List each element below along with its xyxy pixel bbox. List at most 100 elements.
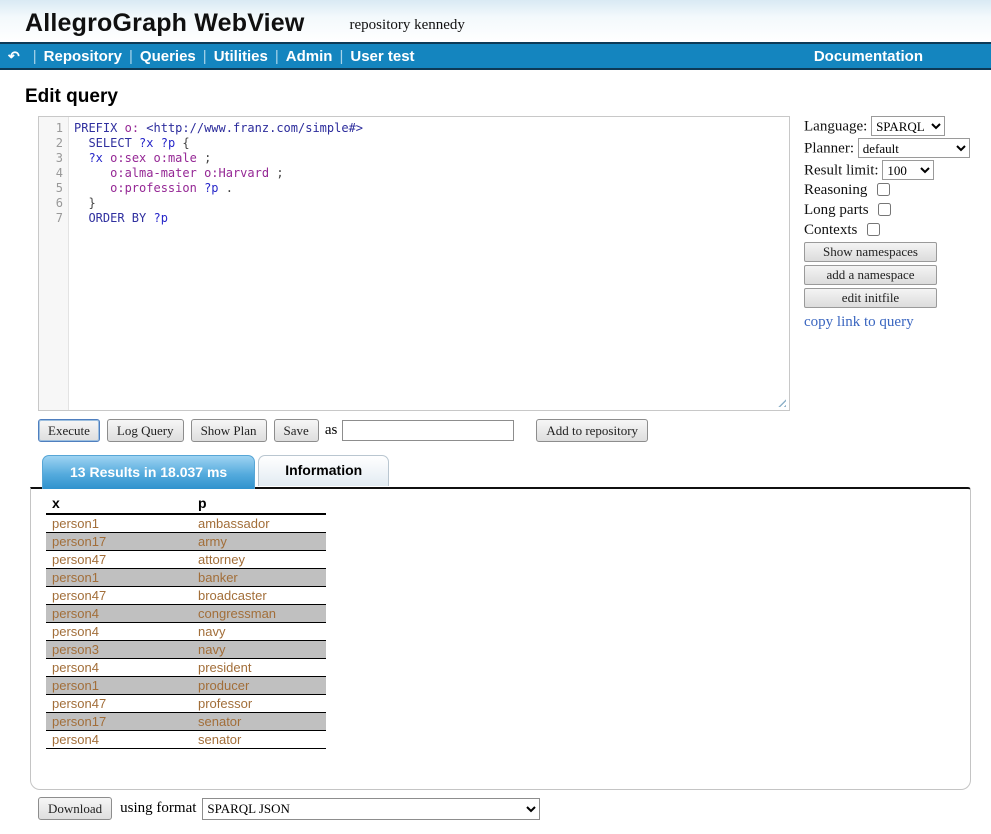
language-select[interactable]: SPARQL [871, 116, 945, 136]
cell-x[interactable]: person4 [46, 731, 192, 749]
tab-results[interactable]: 13 Results in 18.037 ms [42, 455, 255, 489]
cell-x[interactable]: person1 [46, 569, 192, 587]
cell-x[interactable]: person4 [46, 623, 192, 641]
planner-select[interactable]: default [858, 138, 970, 158]
show-namespaces-button[interactable]: Show namespaces [804, 242, 937, 262]
editor-code-area[interactable]: PREFIX o: <http://www.franz.com/simple#>… [69, 117, 789, 410]
cell-x[interactable]: person4 [46, 659, 192, 677]
repository-label: repository kennedy [350, 17, 465, 34]
edit-initfile-button[interactable]: edit initfile [804, 288, 937, 308]
table-row: person17army [46, 533, 326, 551]
cell-x[interactable]: person47 [46, 551, 192, 569]
download-button[interactable]: Download [38, 797, 112, 820]
nav-item-user-test[interactable]: User test [350, 48, 414, 65]
show-plan-button[interactable]: Show Plan [191, 419, 267, 442]
page-title: Edit query [25, 86, 991, 108]
copy-link-to-query[interactable]: copy link to query [804, 314, 979, 331]
reasoning-label: Reasoning [804, 182, 867, 198]
line-number: 3 [39, 151, 63, 166]
code-line-7: ORDER BY ?p [74, 211, 789, 226]
query-toolbar: Execute Log Query Show Plan Save as Add … [38, 419, 991, 442]
line-number: 4 [39, 166, 63, 181]
table-row: person47broadcaster [46, 587, 326, 605]
cell-p[interactable]: army [192, 533, 326, 551]
cell-p[interactable]: professor [192, 695, 326, 713]
cell-x[interactable]: person17 [46, 713, 192, 731]
cell-p[interactable]: ambassador [192, 514, 326, 533]
line-number: 7 [39, 211, 63, 226]
planner-label: Planner: [804, 141, 854, 157]
nav-item-repository[interactable]: Repository [44, 48, 122, 65]
line-number: 2 [39, 136, 63, 151]
save-button[interactable]: Save [274, 419, 319, 442]
cell-x[interactable]: person47 [46, 695, 192, 713]
language-row: Language: SPARQL [804, 116, 979, 136]
reasoning-checkbox[interactable] [877, 183, 890, 196]
code-line-3: ?x o:sex o:male ; [74, 151, 789, 166]
result-limit-row: Result limit: 100 [804, 160, 979, 180]
table-row: person4congressman [46, 605, 326, 623]
table-row: person1banker [46, 569, 326, 587]
table-header-row: x p [46, 495, 326, 514]
app-logo: AllegroGraph WebView [25, 9, 305, 38]
using-format-label: using format [120, 800, 196, 817]
nav-item-utilities[interactable]: Utilities [214, 48, 268, 65]
cell-x[interactable]: person3 [46, 641, 192, 659]
contexts-checkbox[interactable] [867, 223, 880, 236]
save-name-input[interactable] [342, 420, 514, 441]
add-to-repository-button[interactable]: Add to repository [536, 419, 648, 442]
contexts-label: Contexts [804, 222, 857, 238]
main-navbar: ↶ |Repository|Queries|Utilities|Admin|Us… [0, 42, 991, 70]
code-line-6: } [74, 196, 789, 211]
nav-item-admin[interactable]: Admin [286, 48, 333, 65]
add-namespace-button[interactable]: add a namespace [804, 265, 937, 285]
reasoning-row: Reasoning [804, 182, 979, 199]
table-row: person1producer [46, 677, 326, 695]
contexts-row: Contexts [804, 222, 979, 239]
cell-p[interactable]: banker [192, 569, 326, 587]
planner-row: Planner: default [804, 138, 979, 158]
cell-x[interactable]: person47 [46, 587, 192, 605]
nav-item-documentation[interactable]: Documentation [814, 48, 923, 65]
cell-p[interactable]: senator [192, 731, 326, 749]
cell-p[interactable]: producer [192, 677, 326, 695]
sparql-query-editor[interactable]: 1234567 PREFIX o: <http://www.franz.com/… [38, 116, 790, 411]
cell-x[interactable]: person4 [46, 605, 192, 623]
cell-p[interactable]: navy [192, 641, 326, 659]
editor-line-numbers: 1234567 [39, 117, 69, 410]
cell-x[interactable]: person17 [46, 533, 192, 551]
code-line-5: o:profession ?p . [74, 181, 789, 196]
result-limit-label: Result limit: [804, 163, 879, 179]
code-line-2: SELECT ?x ?p { [74, 136, 789, 151]
nav-separator: | [339, 48, 343, 65]
nav-item-queries[interactable]: Queries [140, 48, 196, 65]
tab-information[interactable]: Information [258, 455, 389, 486]
column-header-p: p [192, 495, 326, 514]
results-tabs: 13 Results in 18.037 ms Information [42, 455, 991, 487]
cell-p[interactable]: congressman [192, 605, 326, 623]
format-select[interactable]: SPARQL JSON [202, 798, 540, 820]
result-limit-select[interactable]: 100 [882, 160, 934, 180]
cell-p[interactable]: broadcaster [192, 587, 326, 605]
long-parts-checkbox[interactable] [878, 203, 891, 216]
nav-items: |Repository|Queries|Utilities|Admin|User… [26, 48, 415, 65]
results-table: x p person1ambassadorperson17armyperson4… [46, 495, 326, 749]
cell-p[interactable]: senator [192, 713, 326, 731]
long-parts-label: Long parts [804, 202, 869, 218]
nav-separator: | [33, 48, 37, 65]
execute-button[interactable]: Execute [38, 419, 100, 442]
results-table-body: person1ambassadorperson17armyperson47att… [46, 514, 326, 749]
cell-x[interactable]: person1 [46, 677, 192, 695]
cell-p[interactable]: navy [192, 623, 326, 641]
log-query-button[interactable]: Log Query [107, 419, 184, 442]
nav-separator: | [129, 48, 133, 65]
code-line-1: PREFIX o: <http://www.franz.com/simple#> [74, 121, 789, 136]
cell-p[interactable]: attorney [192, 551, 326, 569]
nav-separator: | [203, 48, 207, 65]
cell-p[interactable]: president [192, 659, 326, 677]
line-number: 6 [39, 196, 63, 211]
long-parts-row: Long parts [804, 202, 979, 219]
cell-x[interactable]: person1 [46, 514, 192, 533]
results-panel: x p person1ambassadorperson17armyperson4… [30, 487, 971, 790]
back-arrow-icon[interactable]: ↶ [8, 48, 20, 65]
